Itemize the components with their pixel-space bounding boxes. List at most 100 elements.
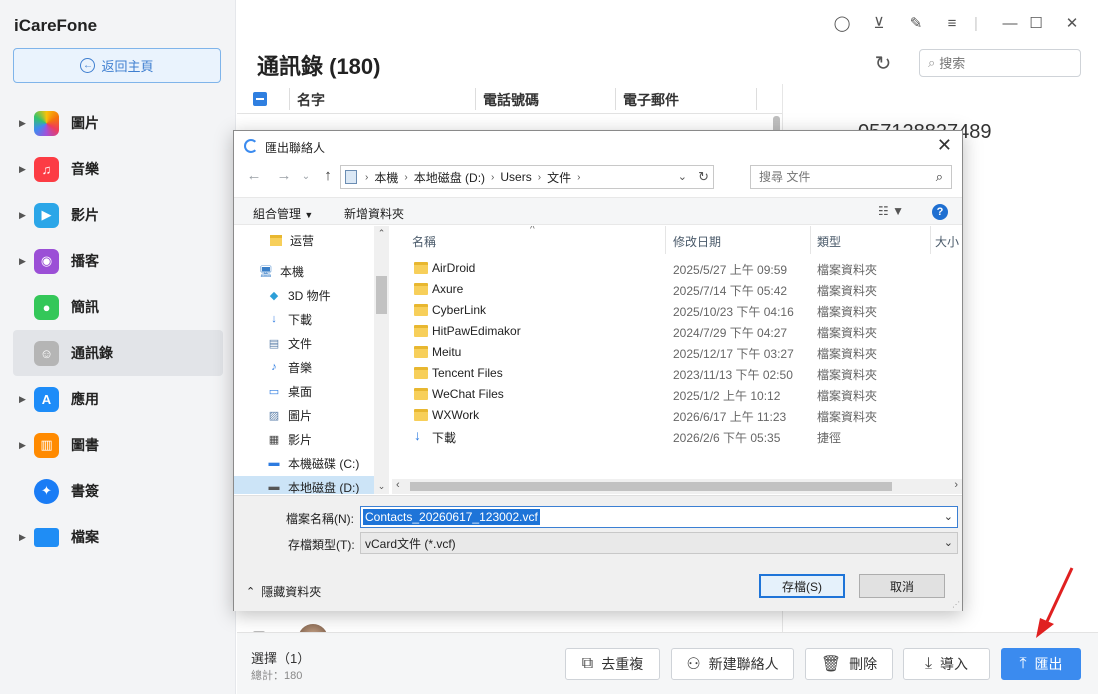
save-button[interactable]: 存檔(S)	[759, 574, 845, 598]
filename-input[interactable]: Contacts_20260617_123002.vcf ⌄	[360, 506, 958, 528]
select-all-checkbox[interactable]	[253, 92, 267, 106]
tree-item[interactable]: 🖥 本機	[234, 260, 374, 282]
tree-item[interactable]: ▬ 本機磁碟 (C:)	[234, 452, 374, 474]
chevron-down-icon[interactable]: ⌄	[944, 536, 953, 549]
breadcrumb-item[interactable]: 本機	[374, 169, 398, 186]
sidebar-item-podcasts[interactable]: ▶ ◉ 播客	[13, 238, 223, 284]
column-email[interactable]: 電子郵件	[623, 90, 679, 110]
close-icon[interactable]: ✕	[1062, 13, 1082, 33]
refresh-icon[interactable]: ↻	[698, 169, 709, 185]
scroll-left-icon[interactable]: ‹	[396, 479, 400, 491]
sidebar-item-videos[interactable]: ▶ ▶ 影片	[13, 192, 223, 238]
sidebar-item-files[interactable]: ▶ 檔案	[13, 514, 223, 560]
search-box[interactable]: ⌕	[919, 49, 1081, 77]
search-icon: ⌕	[935, 169, 943, 184]
breadcrumb-item[interactable]: 文件	[547, 169, 571, 186]
sidebar-item-music[interactable]: ▶ ♫ 音樂	[13, 146, 223, 192]
expand-arrow-icon[interactable]: ▶	[19, 256, 26, 267]
tree-item[interactable]: ▬ 本地磁盘 (D:)	[234, 476, 374, 494]
expand-arrow-icon[interactable]: ▶	[19, 210, 26, 221]
expand-arrow-icon[interactable]: ▶	[19, 394, 26, 405]
tree-item[interactable]: ▦ 影片	[234, 428, 374, 450]
tree-item[interactable]: ↓ 下載	[234, 308, 374, 330]
up-icon[interactable]: ↑	[318, 167, 338, 184]
sidebar-item-photos[interactable]: ▶ 圖片	[13, 100, 223, 146]
file-row[interactable]: HitPawEdimakor 2024/7/29 下午 04:27 檔案資料夾	[392, 321, 962, 342]
filetype-select[interactable]: vCard文件 (*.vcf) ⌄	[360, 532, 958, 554]
folder-icon	[414, 304, 428, 316]
top-bar: ◯ ⊻ ✎ ≡ | — ☐ ✕	[236, 0, 1098, 46]
tree-item[interactable]: ▭ 桌面	[234, 380, 374, 402]
column-header-date[interactable]: 修改日期	[673, 233, 721, 250]
dropdown-history-icon[interactable]: ⌄	[296, 171, 316, 182]
dialog-title: 匯出聯絡人	[265, 141, 326, 155]
column-header-name[interactable]: 名稱	[412, 233, 436, 250]
expand-arrow-icon[interactable]: ▶	[19, 440, 26, 451]
file-row[interactable]: Axure 2025/7/14 下午 05:42 檔案資料夾	[392, 279, 962, 300]
dedupe-button[interactable]: ⧉ 去重複	[565, 648, 660, 680]
address-bar[interactable]: › 本機 › 本地磁盘 (D:) › Users › 文件 › ⌄ ↻	[340, 165, 714, 189]
expand-arrow-icon[interactable]: ▶	[19, 532, 26, 543]
tree-scrollbar[interactable]: ⌃ ⌄	[374, 226, 389, 494]
scroll-up-icon[interactable]: ⌃	[374, 228, 389, 239]
expand-arrow-icon[interactable]: ▶	[19, 118, 26, 129]
back-icon[interactable]: ←	[244, 167, 264, 184]
new-folder-button[interactable]: 新增資料夾	[344, 205, 404, 222]
chevron-down-icon[interactable]: ⌄	[678, 170, 687, 183]
sidebar-item-bookmarks[interactable]: ✦ 書簽	[13, 468, 223, 514]
tree-item[interactable]: ◆ 3D 物件	[234, 284, 374, 306]
sidebar-item-apps[interactable]: ▶ A 應用	[13, 376, 223, 422]
home-button[interactable]: ← 返回主頁	[13, 48, 221, 83]
refresh-icon[interactable]: ↻	[871, 51, 895, 75]
scroll-thumb[interactable]	[410, 482, 892, 491]
file-row[interactable]: Tencent Files 2023/11/13 下午 02:50 檔案資料夾	[392, 363, 962, 384]
tree-item[interactable]: 运营	[234, 229, 374, 251]
minimize-icon[interactable]: —	[1000, 13, 1020, 33]
forward-icon[interactable]: →	[274, 167, 294, 184]
chevron-down-icon[interactable]: ⌄	[944, 510, 953, 523]
export-button[interactable]: ⤒ 匯出	[1001, 648, 1081, 680]
dialog-search-box[interactable]: ⌕	[750, 165, 952, 189]
search-input[interactable]	[939, 55, 1060, 71]
expand-arrow-icon[interactable]: ▶	[19, 164, 26, 175]
tree-item[interactable]: ♪ 音樂	[234, 356, 374, 378]
column-header-type[interactable]: 類型	[817, 233, 841, 250]
dialog-search-input[interactable]	[759, 170, 919, 184]
download-icon[interactable]: ⊻	[869, 13, 889, 33]
help-icon[interactable]: ?	[932, 204, 948, 220]
dialog-close-icon[interactable]: ✕	[937, 135, 952, 156]
tree-item[interactable]: ▨ 圖片	[234, 404, 374, 426]
cancel-button[interactable]: 取消	[859, 574, 945, 598]
scroll-thumb[interactable]	[376, 276, 387, 314]
new-contact-button[interactable]: ⚇ 新建聯絡人	[671, 648, 794, 680]
file-row[interactable]: WXWork 2026/6/17 上午 11:23 檔案資料夾	[392, 405, 962, 426]
sidebar-item-contacts[interactable]: ☺ 通訊錄	[13, 330, 223, 376]
breadcrumb-item[interactable]: 本地磁盘 (D:)	[414, 169, 485, 186]
maximize-icon[interactable]: ☐	[1026, 13, 1046, 33]
hide-folders-toggle[interactable]: ⌃ 隱藏資料夾	[246, 583, 321, 600]
file-row[interactable]: AirDroid 2025/5/27 上午 09:59 檔案資料夾	[392, 258, 962, 279]
file-date: 2025/7/14 下午 05:42	[673, 284, 788, 298]
delete-button[interactable]: 🗑 刪除	[805, 648, 893, 680]
file-row[interactable]: Meitu 2025/12/17 下午 03:27 檔案資料夾	[392, 342, 962, 363]
user-icon[interactable]: ◯	[832, 13, 852, 33]
menu-icon[interactable]: ≡	[942, 13, 962, 33]
sidebar-item-books[interactable]: ▶ ▥ 圖書	[13, 422, 223, 468]
file-row[interactable]: WeChat Files 2025/1/2 上午 10:12 檔案資料夾	[392, 384, 962, 405]
sidebar-item-messages[interactable]: ● 簡訊	[13, 284, 223, 330]
import-button[interactable]: ⤓ 導入	[903, 648, 990, 680]
tree-item[interactable]: ▤ 文件	[234, 332, 374, 354]
resize-grip-icon[interactable]: ⋰	[952, 600, 960, 609]
scroll-down-icon[interactable]: ⌄	[374, 481, 389, 492]
file-row[interactable]: ↓ 下載 2026/2/6 下午 05:35 捷徑	[392, 426, 962, 447]
breadcrumb-item[interactable]: Users	[500, 170, 531, 184]
scroll-right-icon[interactable]: ›	[954, 479, 958, 491]
column-header-size[interactable]: 大小	[935, 233, 959, 250]
feedback-icon[interactable]: ✎	[906, 13, 926, 33]
file-row[interactable]: CyberLink 2025/10/23 下午 04:16 檔案資料夾	[392, 300, 962, 321]
file-list-hscrollbar[interactable]: ‹ ›	[392, 479, 962, 494]
organize-button[interactable]: 組合管理 ▼	[253, 205, 313, 222]
column-name[interactable]: 名字	[297, 90, 325, 110]
view-options-icon[interactable]: ☷ ▼	[878, 204, 904, 218]
column-phone[interactable]: 電話號碼	[483, 90, 539, 110]
